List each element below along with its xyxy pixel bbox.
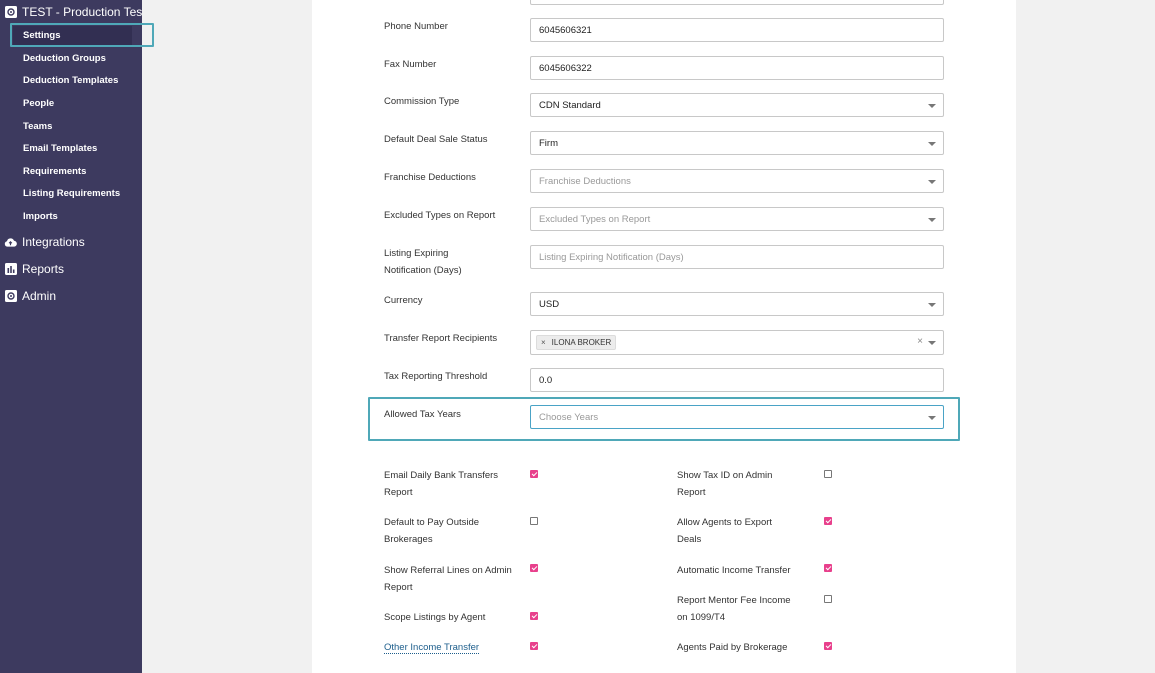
recipient-tag-label: ILONA BROKER [551,338,612,347]
excluded-types-placeholder: Excluded Types on Report [539,213,651,225]
chevron-down-icon [928,104,936,108]
sidebar-item-listing-requirements[interactable]: Listing Requirements [23,187,120,201]
sidebar-section-admin[interactable]: Admin [4,287,56,305]
commission-type-select[interactable]: CDN Standard [530,93,944,117]
fax-input[interactable]: 6045606322 [530,56,944,80]
cloud-upload-icon [4,236,17,249]
commission-type-label: Commission Type [384,96,460,107]
other-income-transfer-link[interactable]: Other Income Transfer [384,642,480,654]
currency-select[interactable]: USD [530,292,944,316]
referral-lines-label: Show Referral Lines on Admin Report [384,565,512,593]
pay-outside-brokerages-label: Default to Pay Outside Brokerages [384,517,480,545]
agents-paid-brokerage-checkbox[interactable] [824,642,832,650]
scope-listings-label: Scope Listings by Agent [384,612,486,623]
tax-threshold-label: Tax Reporting Threshold [384,371,488,382]
sidebar-item-teams[interactable]: Teams [23,120,52,134]
franchise-deductions-label: Franchise Deductions [384,172,476,183]
tag-remove-icon[interactable]: × [541,338,546,347]
recipient-tag: × ILONA BROKER [536,335,617,350]
clear-icon[interactable]: × [917,336,923,347]
currency-label: Currency [384,295,423,306]
mentor-fee-label: Report Mentor Fee Income on 1099/T4 [677,595,791,623]
chevron-down-icon [928,218,936,222]
tax-threshold-input[interactable]: 0.0 [530,368,944,392]
email-daily-transfers-checkbox[interactable] [530,470,538,478]
mentor-fee-checkbox[interactable] [824,595,832,603]
allowed-tax-years-label: Allowed Tax Years [384,409,461,420]
transfer-recipients-label: Transfer Report Recipients [384,333,498,344]
fax-label: Fax Number [384,59,437,70]
email-daily-transfers-label: Email Daily Bank Transfers Report [384,470,499,498]
sidebar-section-reports[interactable]: Reports [4,260,64,278]
gear-icon [4,290,17,303]
show-tax-id-label: Show Tax ID on Admin Report [677,470,773,498]
sidebar-item-people[interactable]: People [23,97,54,111]
other-income-transfer-label[interactable]: Other Income Transfer [384,639,512,656]
sidebar-org-title: TEST - Production Tes [22,5,142,19]
deal-status-value: Firm [539,137,558,149]
sidebar-item-settings[interactable]: Settings [13,26,132,46]
bar-chart-icon [4,263,17,276]
allowed-tax-years-placeholder: Choose Years [539,411,599,423]
commission-type-value: CDN Standard [539,99,601,111]
franchise-deductions-placeholder: Franchise Deductions [539,175,631,187]
show-tax-id-checkbox[interactable] [824,470,832,478]
chevron-down-icon [928,142,936,146]
franchise-deductions-select[interactable]: Franchise Deductions [530,169,944,193]
sidebar-section-integrations[interactable]: Integrations [4,233,85,251]
listing-expiring-placeholder: Listing Expiring Notification (Days) [539,251,684,263]
sidebar-item-deduction-groups[interactable]: Deduction Groups [23,52,106,66]
excluded-types-label: Excluded Types on Report [384,210,496,221]
gear-icon [4,6,17,19]
pay-outside-brokerages-checkbox[interactable] [530,517,538,525]
chevron-down-icon [928,303,936,307]
sidebar-item-requirements[interactable]: Requirements [23,165,86,179]
transfer-recipients-select[interactable]: × ILONA BROKER × [530,330,944,355]
referral-lines-checkbox[interactable] [530,564,538,572]
chevron-down-icon [928,180,936,184]
sidebar: TEST - Production Tes Settings Deduction… [0,0,142,673]
sidebar-item-imports[interactable]: Imports [23,210,58,224]
listing-expiring-label: Listing Expiring Notification (Days) [384,248,462,276]
other-income-transfer-checkbox[interactable] [530,642,538,650]
automatic-income-transfer-label: Automatic Income Transfer [677,565,791,576]
agents-export-deals-label: Allow Agents to Export Deals [677,517,773,545]
chevron-down-icon [928,341,936,345]
phone-input[interactable]: 6045606321 [530,18,944,42]
sidebar-section-label: Admin [22,289,57,303]
sidebar-section-label: Integrations [22,235,85,249]
deal-status-label: Default Deal Sale Status [384,134,488,145]
agents-paid-brokerage-label: Agents Paid by Brokerage [677,642,788,653]
automatic-income-transfer-checkbox[interactable] [824,564,832,572]
sidebar-section-label: Reports [22,262,65,276]
chevron-down-icon [928,416,936,420]
allowed-tax-years-select[interactable]: Choose Years [530,405,944,429]
sidebar-item-email-templates[interactable]: Email Templates [23,142,97,156]
agents-export-deals-checkbox[interactable] [824,517,832,525]
excluded-types-select[interactable]: Excluded Types on Report [530,207,944,231]
currency-value: USD [539,298,560,310]
phone-label: Phone Number [384,21,448,32]
listing-expiring-input[interactable]: Listing Expiring Notification (Days) [530,245,944,269]
scope-listings-checkbox[interactable] [530,612,538,620]
sidebar-item-deduction-templates[interactable]: Deduction Templates [23,74,118,88]
sidebar-org[interactable]: TEST - Production Tes [4,3,142,21]
partial-input-field[interactable] [530,0,944,5]
deal-status-select[interactable]: Firm [530,131,944,155]
